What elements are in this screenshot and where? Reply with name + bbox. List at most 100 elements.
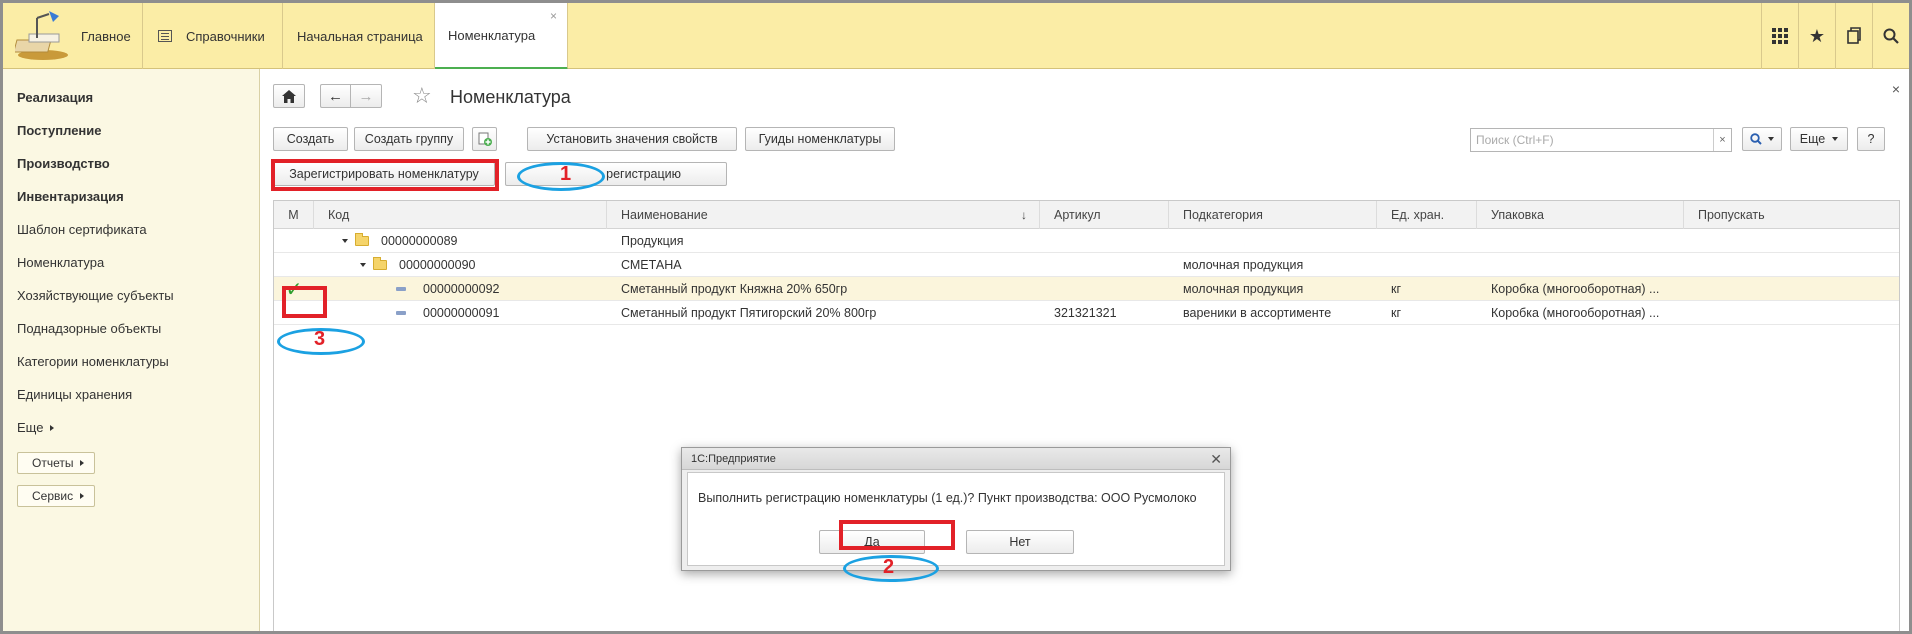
row-subcategory: молочная продукция: [1183, 258, 1304, 272]
col-unit[interactable]: Ед. хран.: [1377, 201, 1477, 229]
chevron-down-icon: [1768, 137, 1774, 141]
set-properties-button[interactable]: Установить значения свойств: [527, 127, 737, 151]
help-button[interactable]: ?: [1857, 127, 1885, 151]
sidebar-more-label: Еще: [17, 420, 44, 435]
sidebar-item-receipts[interactable]: Поступление: [17, 123, 102, 138]
sidebar-item-inventory[interactable]: Инвентаризация: [17, 189, 124, 204]
sidebar-item-sales[interactable]: Реализация: [17, 90, 93, 105]
apps-grid-icon[interactable]: [1761, 3, 1798, 69]
search-options-button[interactable]: [1742, 127, 1782, 151]
top-bar: Главное Справочники Начальная страница Н…: [3, 3, 1909, 70]
tab-start-page-label: Начальная страница: [297, 28, 423, 44]
clear-search-icon[interactable]: ×: [1713, 129, 1731, 151]
row-code-text: 00000000091: [423, 306, 500, 320]
dialog-title: 1С:Предприятие: [682, 448, 1230, 470]
home-icon: [282, 89, 296, 103]
sidebar-item-production[interactable]: Производство: [17, 156, 110, 171]
service-button[interactable]: Сервис: [17, 485, 96, 507]
col-article[interactable]: Артикул: [1040, 201, 1169, 229]
row-unit: кг: [1391, 306, 1402, 320]
sidebar-item-supervised-objects[interactable]: Поднадзорные объекты: [17, 321, 161, 336]
confirm-dialog: 1С:Предприятие ✕ Выполнить регистрацию н…: [681, 447, 1231, 571]
tab-references-label: Справочники: [186, 28, 265, 44]
table-row[interactable]: 00000000090 СМЕТАНА молочная продукция: [274, 253, 1899, 277]
row-code-text: 00000000092: [423, 282, 500, 296]
sort-down-icon: ↓: [1021, 208, 1027, 222]
item-icon: [396, 311, 406, 315]
reports-button[interactable]: Отчеты: [17, 452, 96, 474]
annotation-number-2: 2: [883, 556, 895, 578]
table-row[interactable]: 00000000089 Продукция: [274, 229, 1899, 253]
table-row-selected[interactable]: ✓ 00000000092 Сметанный продукт Княжна 2…: [274, 277, 1899, 301]
col-name[interactable]: Наименование ↓: [607, 201, 1040, 229]
add-document-icon: [478, 132, 492, 146]
favorite-star-icon[interactable]: ☆: [412, 83, 432, 109]
reports-label: Отчеты: [32, 456, 74, 470]
col-subcategory[interactable]: Подкатегория: [1169, 201, 1377, 229]
tab-start-page[interactable]: Начальная страница: [283, 3, 435, 69]
tab-nomenclature-label: Номенклатура: [448, 27, 536, 43]
list-icon: [158, 30, 172, 42]
folder-icon: [355, 233, 369, 246]
row-code-text: 00000000089: [381, 234, 458, 248]
col-skip[interactable]: Пропускать: [1684, 201, 1901, 229]
row-code-text: 00000000090: [399, 258, 476, 272]
row-unit: кг: [1391, 282, 1402, 296]
tab-main[interactable]: Главное: [3, 3, 143, 69]
create-group-button[interactable]: Создать группу: [354, 127, 464, 151]
search-icon: [1750, 133, 1762, 145]
row-name: Продукция: [621, 234, 684, 248]
forward-button[interactable]: →: [350, 84, 382, 108]
col-mark[interactable]: М: [274, 201, 314, 229]
tab-nomenclature[interactable]: Номенклатура ×: [435, 3, 568, 70]
col-package[interactable]: Упаковка: [1477, 201, 1684, 229]
row-code: 00000000090: [360, 253, 475, 277]
favorites-star-icon[interactable]: ★: [1798, 3, 1835, 69]
more-label: Еще: [1799, 132, 1826, 146]
tab-references[interactable]: Справочники: [143, 3, 283, 69]
chevron-right-icon: [80, 460, 85, 466]
folder-icon: [373, 257, 387, 270]
expand-arrow-icon[interactable]: [342, 239, 348, 243]
dialog-message: Выполнить регистрацию номенклатуры (1 ед…: [698, 491, 1197, 505]
row-name: СМЕТАНА: [621, 258, 682, 272]
page-title: Номенклатура: [450, 87, 571, 107]
more-button[interactable]: Еще: [1790, 127, 1848, 151]
row-package: Коробка (многооборотная) ...: [1491, 306, 1660, 320]
sidebar-item-business-entities[interactable]: Хозяйствующие субъекты: [17, 288, 174, 303]
home-button[interactable]: [273, 84, 305, 108]
col-name-label: Наименование: [621, 208, 708, 222]
table-row[interactable]: 00000000091 Сметанный продукт Пятигорски…: [274, 301, 1899, 325]
sidebar-item-nomenclature[interactable]: Номенклатура: [17, 255, 104, 270]
create-button[interactable]: Создать: [273, 127, 348, 151]
tab-close-icon[interactable]: ×: [550, 9, 557, 23]
search-input[interactable]: Поиск (Ctrl+F) ×: [1470, 128, 1732, 152]
history-icon[interactable]: [1835, 3, 1872, 69]
chevron-right-icon: [50, 424, 55, 431]
annotation-highlight-yes: [839, 520, 955, 550]
col-code[interactable]: Код: [314, 201, 607, 229]
sidebar-item-categories[interactable]: Категории номенклатуры: [17, 354, 169, 369]
app-window: Главное Справочники Начальная страница Н…: [0, 0, 1912, 634]
chevron-down-icon: [1832, 137, 1839, 141]
dialog-close-icon[interactable]: ✕: [1210, 451, 1222, 468]
close-form-icon[interactable]: ×: [1892, 81, 1900, 97]
annotation-number-1: 1: [560, 163, 572, 185]
arrow-right-icon: →: [358, 87, 374, 105]
row-code: 00000000092: [396, 277, 499, 301]
chevron-right-icon: [80, 493, 85, 499]
desk-lamp-logo-icon: [15, 11, 68, 60]
nomenclature-guids-button[interactable]: Гуиды номенклатуры: [745, 127, 895, 151]
copy-item-button[interactable]: [472, 127, 497, 151]
service-label: Сервис: [32, 489, 74, 503]
expand-arrow-icon[interactable]: [360, 263, 366, 267]
sidebar-item-storage-units[interactable]: Единицы хранения: [17, 387, 132, 402]
sidebar-more[interactable]: Еще: [17, 420, 55, 435]
search-icon[interactable]: [1872, 3, 1909, 69]
back-button[interactable]: ←: [320, 84, 350, 108]
row-package: Коробка (многооборотная) ...: [1491, 282, 1660, 296]
no-button[interactable]: Нет: [966, 530, 1074, 554]
sidebar-item-certificate-template[interactable]: Шаблон сертификата: [17, 222, 147, 237]
search-placeholder: Поиск (Ctrl+F): [1476, 133, 1554, 147]
table-header: М Код Наименование ↓ Артикул Подкатегори…: [274, 201, 1899, 229]
